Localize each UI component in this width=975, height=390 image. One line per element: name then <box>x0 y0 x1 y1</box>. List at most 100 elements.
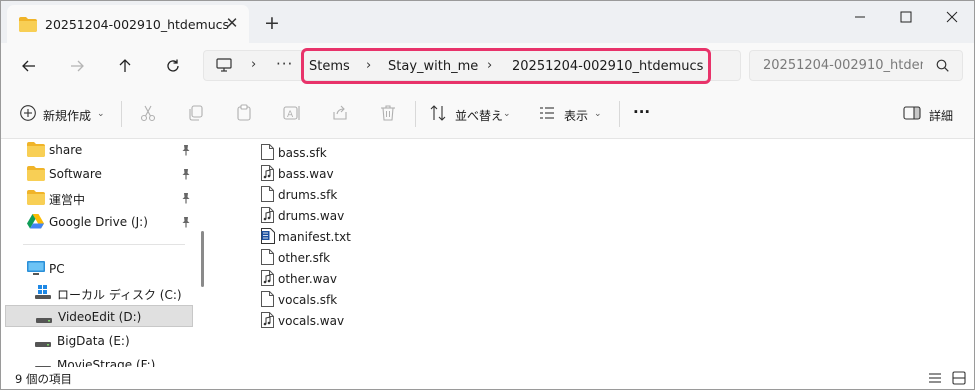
list-item[interactable]: other.wav <box>259 268 399 289</box>
sidebar-item-e-drive[interactable]: BigData (E:) <box>5 330 193 352</box>
new-button-label: 新規作成 <box>43 109 92 123</box>
rename-icon: A <box>283 106 300 120</box>
sidebar-divider <box>23 244 185 245</box>
paste-button[interactable] <box>235 104 255 126</box>
more-options-button[interactable]: ··· <box>631 103 655 126</box>
list-item[interactable]: drums.wav <box>259 205 399 226</box>
sidebar-item-pc[interactable]: PC <box>5 258 193 280</box>
close-window-button[interactable] <box>929 1 974 33</box>
sidebar-item-label: MovieStrage (F:) <box>57 358 156 367</box>
details-pane-icon <box>903 106 921 120</box>
breadcrumb-current-folder[interactable]: 20251204-002910_htdemucs <box>512 59 703 74</box>
toolbar-divider <box>619 101 620 127</box>
pc-icon[interactable] <box>216 58 232 76</box>
drive-icon <box>36 313 52 327</box>
minimize-icon <box>855 16 865 18</box>
folder-icon <box>27 142 45 160</box>
file-explorer-window: 20251204-002910_htdemucs ✕ + › ··· Stems… <box>0 0 975 390</box>
pin-icon <box>180 168 192 183</box>
scissors-icon <box>140 105 156 122</box>
refresh-button[interactable] <box>159 52 187 80</box>
sidebar-item-c-drive[interactable]: ローカル ディスク (C:) <box>5 282 193 304</box>
toolbar-divider <box>121 101 122 127</box>
cut-button[interactable] <box>139 104 159 126</box>
list-item[interactable]: other.sfk <box>259 247 399 268</box>
sidebar-item-google-drive[interactable]: Google Drive (J:) <box>5 211 193 233</box>
blank-file-icon <box>261 291 274 310</box>
sidebar-item-unei[interactable]: 運営中 <box>5 187 193 209</box>
close-tab-icon[interactable]: ✕ <box>223 14 241 32</box>
chevron-down-icon: ⌄ <box>97 109 105 119</box>
details-button[interactable]: 詳細 <box>903 104 959 126</box>
new-button[interactable]: 新規作成 ⌄ <box>19 104 111 126</box>
sidebar-item-software[interactable]: Software <box>5 163 193 185</box>
forward-button[interactable] <box>63 52 91 80</box>
address-bar[interactable]: › ··· Stems › Stay_with_me › 20251204-00… <box>203 48 741 84</box>
breadcrumb-stems[interactable]: Stems <box>309 59 350 74</box>
chevron-right-icon[interactable]: › <box>487 58 492 73</box>
close-icon <box>946 11 958 23</box>
pin-icon <box>180 216 192 231</box>
search-icon <box>936 59 949 75</box>
list-item[interactable]: bass.wav <box>259 163 399 184</box>
address-bar-row: › ··· Stems › Stay_with_me › 20251204-00… <box>1 43 974 89</box>
sidebar-item-label: BigData (E:) <box>57 334 130 348</box>
clipboard-icon <box>237 104 251 121</box>
audio-file-icon <box>261 165 274 184</box>
chevron-right-icon[interactable]: › <box>251 57 256 72</box>
maximize-button[interactable] <box>883 1 929 33</box>
pc-icon <box>27 261 45 279</box>
pin-icon <box>180 192 192 207</box>
chevron-right-icon[interactable]: › <box>366 58 371 73</box>
breadcrumb: Stems › Stay_with_me › 20251204-002910_h… <box>301 48 711 84</box>
folder-icon <box>27 166 45 184</box>
navigation-scrollbar[interactable] <box>201 231 204 287</box>
sidebar-item-label: Software <box>49 167 102 181</box>
drive-icon <box>35 337 51 351</box>
details-view-icon <box>929 373 941 383</box>
sidebar-item-d-drive[interactable]: VideoEdit (D:) <box>5 305 193 327</box>
details-view-button[interactable] <box>927 370 943 386</box>
details-button-label: 詳細 <box>929 109 954 123</box>
sidebar-item-f-drive[interactable]: MovieStrage (F:) <box>5 354 193 367</box>
share-button[interactable] <box>331 104 351 126</box>
more-path-button[interactable]: ··· <box>276 55 293 73</box>
copy-button[interactable] <box>187 104 207 126</box>
tiles-view-button[interactable] <box>951 370 967 386</box>
breadcrumb-stay-with-me[interactable]: Stay_with_me <box>388 59 478 74</box>
list-item[interactable]: bass.sfk <box>259 142 399 163</box>
new-tab-button[interactable]: + <box>261 12 283 34</box>
chevron-down-icon: ⌄ <box>503 109 511 119</box>
minimize-button[interactable] <box>837 1 883 33</box>
list-item[interactable]: drums.sfk <box>259 184 399 205</box>
file-name: vocals.wav <box>278 314 345 328</box>
sort-button[interactable]: 並べ替え ⌄ <box>429 104 517 126</box>
view-button[interactable]: 表示 ⌄ <box>538 104 610 126</box>
windows-drive-icon <box>35 285 51 302</box>
file-name: bass.sfk <box>278 146 327 160</box>
maximize-icon <box>900 11 912 23</box>
delete-button[interactable] <box>379 104 399 126</box>
file-name: bass.wav <box>278 167 334 181</box>
refresh-icon <box>167 59 179 72</box>
audio-file-icon <box>261 270 274 289</box>
search-box[interactable]: 20251204-002910_htdemucs <box>749 50 963 81</box>
list-item[interactable]: vocals.wav <box>259 310 399 331</box>
svg-text:A: A <box>287 110 294 120</box>
sidebar-item-label: 運営中 <box>49 193 86 207</box>
sidebar-item-share[interactable]: share <box>5 139 193 161</box>
rename-button[interactable]: A <box>283 104 303 126</box>
back-button[interactable] <box>15 52 43 80</box>
active-tab[interactable]: 20251204-002910_htdemucs ✕ <box>7 5 249 43</box>
blank-file-icon <box>261 249 274 268</box>
tiles-view-icon <box>952 371 966 385</box>
folder-icon <box>27 190 45 208</box>
arrow-left-icon <box>22 60 35 72</box>
up-button[interactable] <box>111 52 139 80</box>
chevron-down-icon: ⌄ <box>594 109 602 119</box>
arrow-right-icon <box>71 60 84 72</box>
search-input[interactable]: 20251204-002910_htdemucs <box>763 58 923 73</box>
list-item[interactable]: manifest.txt <box>259 226 399 247</box>
item-count: 9 個の項目 <box>15 372 72 386</box>
list-item[interactable]: vocals.sfk <box>259 289 399 310</box>
